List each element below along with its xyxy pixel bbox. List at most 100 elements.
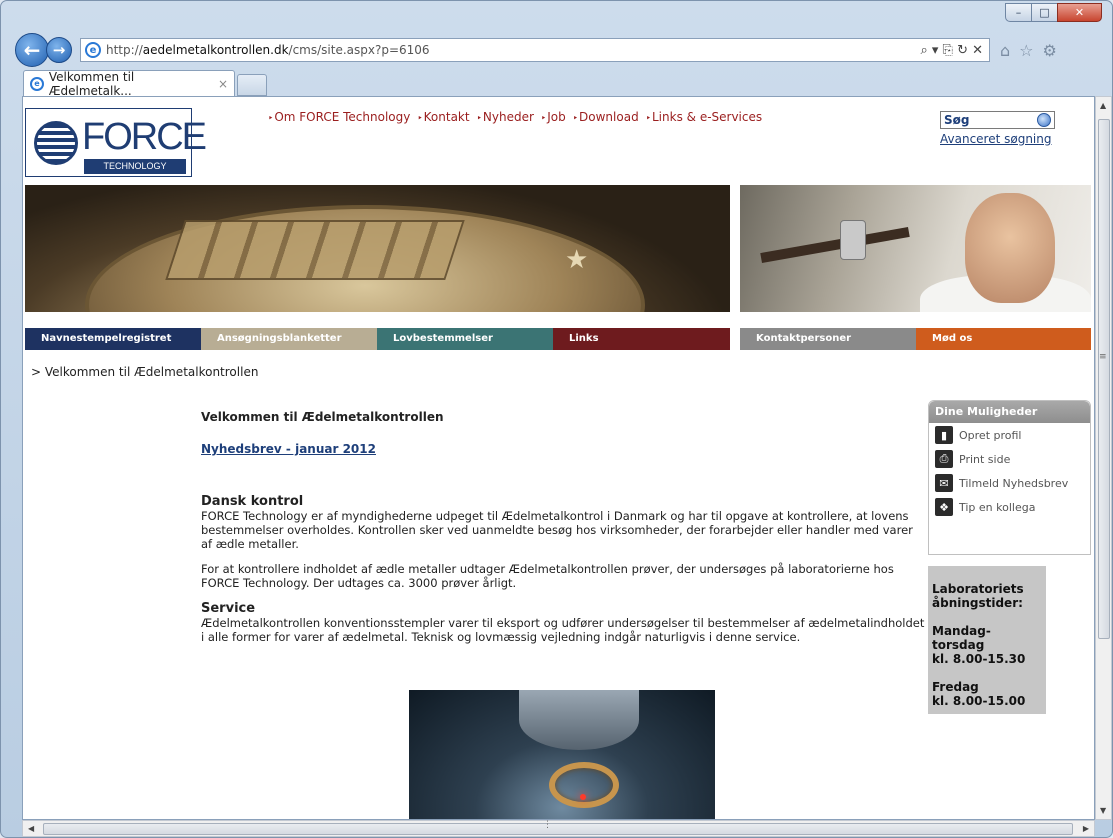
close-window-button[interactable]: ✕ [1057, 3, 1102, 22]
tab-active[interactable]: e Velkommen til Ædelmetalk... × [23, 69, 235, 98]
option-tip-colleague[interactable]: ❖ Tip en kollega [929, 495, 1090, 519]
hours-weekday: Mandag-torsdag kl. 8.00-15.30 [932, 624, 1042, 666]
scroll-left-arrow-icon[interactable]: ◀ [28, 824, 34, 833]
url-prefix: http:// [106, 43, 143, 57]
main-tabs: Navnestempelregistret Ansøgningsblankett… [25, 328, 730, 350]
address-bar[interactable]: e http://aedelmetalkontrollen.dk/cms/sit… [80, 38, 990, 62]
search-input[interactable]: Søg o [940, 111, 1055, 129]
option-label: Tip en kollega [959, 500, 1036, 514]
hours-title: Laboratoriets åbningstider: [932, 582, 1024, 610]
navigation-bar: ← → e http://aedelmetalkontrollen.dk/cms… [15, 31, 1104, 69]
logo-name: FORCE [82, 116, 207, 158]
tab-links[interactable]: Links [553, 328, 730, 350]
ie-icon: e [85, 42, 101, 58]
ie-icon: e [30, 76, 44, 91]
tab-ansoegningsblanketter[interactable]: Ansøgningsblanketter [201, 328, 377, 350]
url-path: /cms/site.aspx?p=6106 [288, 43, 430, 57]
hours-weekday-time: kl. 8.00-15.30 [932, 652, 1026, 666]
nav-link-om-force[interactable]: Om FORCE Technology [268, 110, 410, 124]
scroll-right-arrow-icon[interactable]: ▶ [1083, 824, 1089, 833]
horizontal-scrollbar[interactable]: ◀ ⋮ ▶ [22, 820, 1095, 837]
force-logo[interactable]: FORCE TECHNOLOGY [25, 108, 207, 177]
paragraph-dansk-kontrol-1: FORCE Technology er af myndighederne udp… [201, 509, 913, 551]
maximize-button[interactable]: □ [1031, 3, 1058, 22]
options-panel: Dine Muligheder ▮ Opret profil ⎙ Print s… [928, 400, 1091, 555]
tab-close-icon[interactable]: × [218, 77, 228, 91]
nav-link-links-eservices[interactable]: Links & e-Services [646, 110, 762, 124]
logo-globe-icon [34, 121, 78, 165]
share-icon: ❖ [935, 498, 953, 516]
home-icon[interactable]: ⌂ [1000, 41, 1010, 60]
url-host: aedelmetalkontrollen.dk [142, 43, 289, 57]
minimize-button[interactable]: – [1005, 3, 1032, 22]
hours-friday-label: Fredag [932, 680, 979, 694]
page-title: Velkommen til Ædelmetalkontrollen [201, 410, 444, 424]
nav-link-kontakt[interactable]: Kontakt [417, 110, 470, 124]
tab-moed-os[interactable]: Mød os [916, 328, 1091, 350]
options-title: Dine Muligheder [929, 401, 1090, 423]
ring-shape [549, 762, 619, 808]
main-content: Velkommen til Ædelmetalkontrollen Nyheds… [201, 410, 926, 655]
hammer-head-shape [840, 220, 866, 260]
scroll-grip-icon: ≡ [1099, 352, 1107, 362]
banner-coin-image: ★ [25, 185, 730, 312]
section-heading-service: Service [201, 601, 256, 616]
option-create-profile[interactable]: ▮ Opret profil [929, 423, 1090, 447]
gear-icon[interactable]: ⚙ [1043, 41, 1057, 60]
vertical-scrollbar[interactable]: ▲ ≡ ▼ [1095, 96, 1112, 820]
laser-dot-shape [580, 794, 586, 800]
section-heading-dansk-kontrol: Dansk kontrol [201, 494, 304, 509]
search-label: Søg [944, 113, 970, 127]
side-tabs: Kontaktpersoner Mød os [740, 328, 1091, 350]
banner-craftsman-image [740, 185, 1091, 312]
option-label: Opret profil [959, 428, 1022, 442]
scroll-grip-icon: ⋮ [543, 820, 552, 830]
option-newsletter-signup[interactable]: ✉ Tilmeld Nyhedsbrev [929, 471, 1090, 495]
forward-button[interactable]: → [46, 37, 72, 63]
vertical-scroll-thumb[interactable] [1098, 119, 1110, 639]
tab-navnestempelregistret[interactable]: Navnestempelregistret [25, 328, 201, 350]
search-icon[interactable]: o [1037, 113, 1051, 127]
page-viewport: FORCE TECHNOLOGY Om FORCE Technology Kon… [22, 96, 1095, 820]
opening-hours-box: Laboratoriets åbningstider: Mandag-torsd… [928, 566, 1046, 714]
toolbar-icons: ⌂ ☆ ⚙ [1000, 41, 1057, 60]
address-tools[interactable]: ⌕ ▾ ⎘ ↻ ✕ [920, 43, 989, 58]
favorites-star-icon[interactable]: ☆ [1019, 41, 1033, 60]
hammer-handle-shape [760, 227, 910, 263]
tab-lovbestemmelser[interactable]: Lovbestemmelser [377, 328, 553, 350]
ring-laser-photo [409, 690, 715, 819]
hours-weekday-label: Mandag-torsdag [932, 624, 991, 652]
face-shape [965, 193, 1055, 303]
option-label: Tilmeld Nyhedsbrev [959, 476, 1069, 490]
search-area: Søg o Avanceret søgning [940, 111, 1055, 146]
mail-icon: ✉ [935, 474, 953, 492]
scroll-up-arrow-icon[interactable]: ▲ [1100, 101, 1106, 110]
newsletter-link[interactable]: Nyhedsbrev - januar 2012 [201, 442, 926, 456]
scroll-down-arrow-icon[interactable]: ▼ [1100, 806, 1106, 815]
hours-friday: Fredag kl. 8.00-15.00 [932, 680, 1042, 708]
nav-link-job[interactable]: Job [541, 110, 566, 124]
top-navigation: Om FORCE Technology Kontakt Nyheder Job … [268, 110, 762, 124]
coin-relief [165, 220, 465, 280]
paragraph-dansk-kontrol-2: For at kontrollere indholdet af ædle met… [201, 562, 894, 590]
logo-subtitle: TECHNOLOGY [84, 159, 186, 174]
tab-title: Velkommen til Ædelmetalk... [48, 69, 135, 98]
print-icon: ⎙ [935, 450, 953, 468]
option-label: Print side [959, 452, 1011, 466]
window-controls: – □ ✕ [1005, 3, 1102, 22]
paragraph-service: Ædelmetalkontrollen konventionsstempler … [201, 616, 925, 644]
advanced-search-link[interactable]: Avanceret søgning [940, 132, 1055, 146]
new-tab-button[interactable] [237, 74, 267, 96]
option-print-page[interactable]: ⎙ Print side [929, 447, 1090, 471]
profile-icon: ▮ [935, 426, 953, 444]
back-button[interactable]: ← [15, 33, 49, 67]
star-icon: ★ [565, 245, 589, 275]
browser-window: – □ ✕ ← → e http://aedelmetalkontrollen.… [0, 0, 1113, 838]
hours-friday-time: kl. 8.00-15.00 [932, 694, 1026, 708]
nav-link-nyheder[interactable]: Nyheder [477, 110, 534, 124]
horizontal-scroll-thumb[interactable] [43, 823, 1073, 835]
tab-bar: e Velkommen til Ædelmetalk... × [23, 69, 267, 98]
breadcrumb: > Velkommen til Ædelmetalkontrollen [31, 365, 259, 379]
nav-link-download[interactable]: Download [573, 110, 639, 124]
tab-kontaktpersoner[interactable]: Kontaktpersoner [740, 328, 916, 350]
